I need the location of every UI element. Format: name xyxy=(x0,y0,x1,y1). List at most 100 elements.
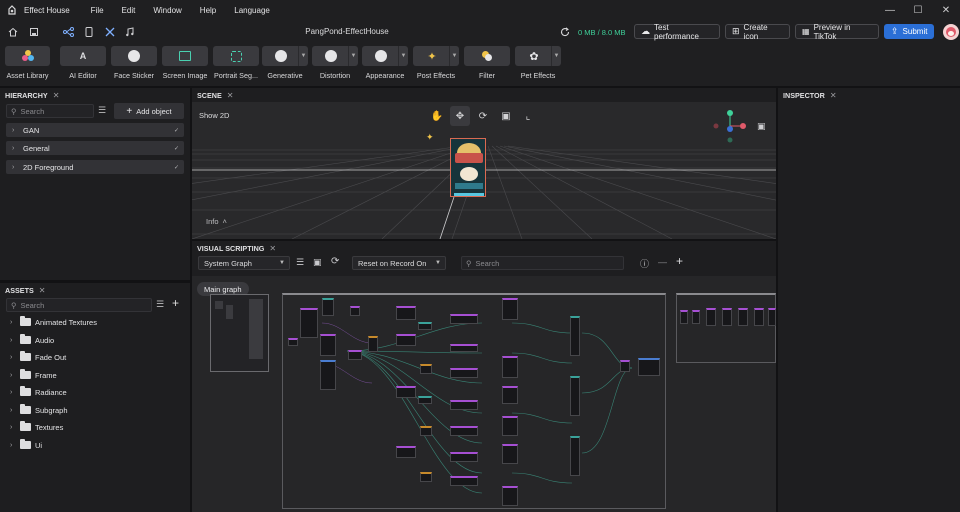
avatar[interactable] xyxy=(943,24,959,40)
toolbar-asset-library[interactable]: Asset Library xyxy=(5,46,50,80)
graph-node[interactable] xyxy=(450,476,478,486)
close-icon[interactable]: ✕ xyxy=(227,91,234,100)
graph-node[interactable] xyxy=(322,298,334,316)
graph-node[interactable] xyxy=(396,306,416,320)
graph-node[interactable] xyxy=(420,364,432,374)
chevron-right-icon[interactable]: › xyxy=(10,407,16,414)
chevron-down-icon[interactable]: ▼ xyxy=(298,46,308,66)
graph-canvas[interactable]: Main graph xyxy=(192,276,776,512)
close-icon[interactable]: ✕ xyxy=(53,91,60,100)
rotate-tool-icon[interactable]: ⟳ xyxy=(474,107,492,125)
asset-folder-animated-textures[interactable]: › Animated Textures xyxy=(10,315,97,329)
sort-icon[interactable]: ☰ xyxy=(156,299,164,310)
graph-node[interactable] xyxy=(706,308,716,326)
chevron-right-icon[interactable]: › xyxy=(10,337,16,344)
scale-tool-icon[interactable]: ▣ xyxy=(497,107,515,125)
graph-node[interactable] xyxy=(396,446,416,458)
add-object-button[interactable]: + Add object xyxy=(114,103,184,119)
close-window-icon[interactable]: ✕ xyxy=(932,0,960,20)
toolbar-generative[interactable]: ▼ Generative xyxy=(262,46,308,80)
menu-edit[interactable]: Edit xyxy=(113,6,145,15)
graph-node[interactable] xyxy=(350,306,360,316)
graph-minimap[interactable] xyxy=(210,294,269,372)
frame-icon[interactable]: ▣ xyxy=(313,257,322,268)
graph-node[interactable] xyxy=(502,444,518,464)
info-toggle[interactable]: Info ˄ xyxy=(206,217,227,226)
scene-viewport[interactable]: Show 2D ✋ ✥ ⟳ ▣ ⌞ ✦ Info ˄ ▣ xyxy=(192,102,776,239)
chevron-right-icon[interactable]: › xyxy=(10,354,16,361)
toolbar-filter[interactable]: Filter xyxy=(464,46,510,80)
graph-node[interactable] xyxy=(418,322,432,330)
chevron-right-icon[interactable]: › xyxy=(12,164,18,171)
hierarchy-search-input[interactable]: ⚲ Search xyxy=(6,104,94,118)
panel-divider[interactable] xyxy=(192,239,776,241)
graph-node[interactable] xyxy=(396,386,416,398)
asset-folder-ui[interactable]: › Ui xyxy=(10,438,42,452)
refresh-graph-icon[interactable]: ⟳ xyxy=(331,256,339,267)
asset-folder-radiance[interactable]: › Radiance xyxy=(10,385,67,399)
chevron-right-icon[interactable]: › xyxy=(10,372,16,379)
graph-search-input[interactable]: ⚲ Search xyxy=(461,256,624,270)
toolbar-ai-editor[interactable]: A AI Editor xyxy=(60,46,106,80)
transform-tool-icon[interactable]: ⌞ xyxy=(519,107,537,125)
toolbar-portrait-seg[interactable]: Portrait Seg... xyxy=(213,46,259,80)
assets-search-input[interactable]: ⚲ Search xyxy=(6,298,152,312)
submit-button[interactable]: ⇪ Submit xyxy=(884,24,934,39)
graph-node[interactable] xyxy=(692,310,700,324)
panel-divider[interactable] xyxy=(0,280,190,283)
effect-preview-frame[interactable] xyxy=(450,138,486,197)
menu-window[interactable]: Window xyxy=(144,6,190,15)
asset-folder-subgraph[interactable]: › Subgraph xyxy=(10,403,68,417)
toolbar-face-sticker[interactable]: Face Sticker xyxy=(111,46,157,80)
minus-icon[interactable]: — xyxy=(658,257,667,267)
menu-file[interactable]: File xyxy=(82,6,113,15)
list-icon[interactable]: ☰ xyxy=(296,257,304,268)
create-icon-button[interactable]: ⊞ Create icon xyxy=(725,23,790,41)
graph-node[interactable] xyxy=(320,360,336,390)
graph-node[interactable] xyxy=(502,298,518,320)
graph-node[interactable] xyxy=(722,308,732,326)
node-group-frame-right[interactable] xyxy=(676,293,776,363)
toolbar-appearance[interactable]: ▼ Appearance xyxy=(362,46,408,80)
graph-node[interactable] xyxy=(450,400,478,410)
hierarchy-item-gan[interactable]: › GAN ✓ xyxy=(6,123,184,137)
visibility-icon[interactable]: ✓ xyxy=(174,127,179,134)
visibility-icon[interactable]: ✓ xyxy=(174,145,179,152)
hierarchy-item-2d-foreground[interactable]: › 2D Foreground ✓ xyxy=(6,160,184,174)
chevron-right-icon[interactable]: › xyxy=(12,127,18,134)
graph-node[interactable] xyxy=(502,356,518,378)
graph-node[interactable] xyxy=(502,486,518,506)
graph-node[interactable] xyxy=(320,334,336,356)
graph-node[interactable] xyxy=(300,308,318,338)
close-icon[interactable]: ✕ xyxy=(39,286,46,295)
panel-divider[interactable] xyxy=(776,86,778,512)
graph-node[interactable] xyxy=(638,358,660,376)
close-icon[interactable]: ✕ xyxy=(269,244,276,253)
chevron-right-icon[interactable]: › xyxy=(10,319,16,326)
hierarchy-item-general[interactable]: › General ✓ xyxy=(6,141,184,155)
chevron-right-icon[interactable]: › xyxy=(10,424,16,431)
reset-mode-select[interactable]: Reset on Record On ▼ xyxy=(352,256,446,270)
graph-node[interactable] xyxy=(420,426,432,436)
minimize-icon[interactable]: — xyxy=(876,0,904,20)
graph-node[interactable] xyxy=(450,344,478,352)
menu-language[interactable]: Language xyxy=(225,6,279,15)
close-icon[interactable]: ✕ xyxy=(830,91,837,100)
graph-node[interactable] xyxy=(570,376,580,416)
maximize-icon[interactable]: ☐ xyxy=(904,0,932,20)
graph-node[interactable] xyxy=(570,436,580,476)
chevron-down-icon[interactable]: ▼ xyxy=(348,46,358,66)
asset-folder-fade-out[interactable]: › Fade Out xyxy=(10,350,66,364)
graph-select[interactable]: System Graph ▼ xyxy=(198,256,290,270)
move-tool-icon[interactable]: ✥ xyxy=(450,106,470,126)
graph-node[interactable] xyxy=(288,338,298,346)
chevron-down-icon[interactable]: ▼ xyxy=(551,46,561,66)
graph-node[interactable] xyxy=(450,452,478,462)
graph-node[interactable] xyxy=(502,416,518,436)
asset-folder-frame[interactable]: › Frame xyxy=(10,368,57,382)
graph-node[interactable] xyxy=(396,334,416,346)
chevron-down-icon[interactable]: ▼ xyxy=(398,46,408,66)
sort-icon[interactable]: ☰ xyxy=(98,105,106,116)
graph-node[interactable] xyxy=(348,350,362,360)
show-2d-toggle[interactable]: Show 2D xyxy=(199,111,229,120)
